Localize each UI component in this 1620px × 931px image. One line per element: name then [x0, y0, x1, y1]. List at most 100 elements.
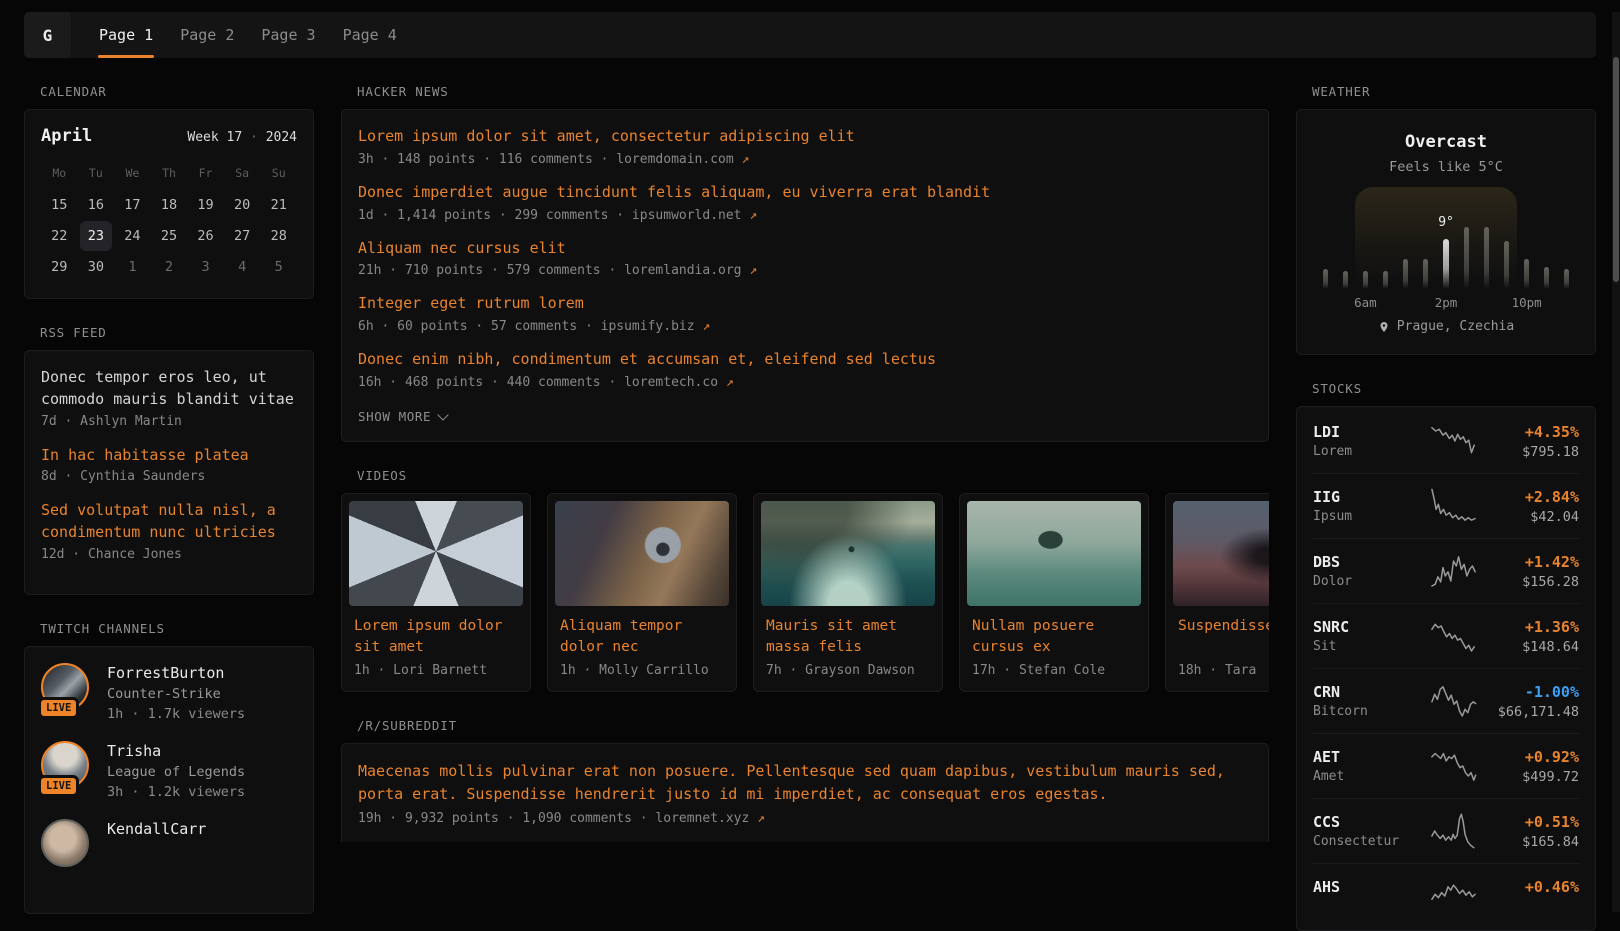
twitch-avatar-wrap: LIVE	[41, 663, 91, 717]
calendar-cell[interactable]: 27	[226, 221, 259, 251]
stock-name: Lorem	[1313, 444, 1425, 460]
external-link-icon[interactable]: ↗	[702, 319, 710, 334]
page-tab[interactable]: Page 1	[98, 12, 154, 58]
section-label-weather: WEATHER	[1312, 84, 1596, 99]
show-more-label: SHOW MORE	[358, 409, 431, 424]
stock-change: +1.42%	[1483, 553, 1579, 571]
hacker-news-item-meta-text: 16h · 468 points · 440 comments · loremt…	[358, 375, 718, 390]
calendar-cell[interactable]: 1	[116, 252, 149, 282]
calendar-cell[interactable]: 18	[153, 190, 186, 220]
video-thumbnail	[1173, 501, 1269, 606]
calendar-cell[interactable]: 16	[80, 190, 113, 220]
external-link-icon[interactable]: ↗	[726, 375, 734, 390]
stock-ticker: DBS	[1313, 553, 1425, 571]
stock-price: $165.84	[1483, 834, 1579, 850]
video-card[interactable]: Nullam posuere cursus ex 17h · Stefan Co…	[959, 493, 1149, 692]
video-meta: 7h · Grayson Dawson	[766, 663, 930, 678]
page-tab[interactable]: Page 4	[342, 12, 398, 58]
page-tabs: Page 1 Page 2 Page 3 Page 4	[98, 12, 398, 58]
rss-item-title[interactable]: Sed volutpat nulla nisl, a condimentum n…	[41, 500, 297, 544]
calendar-grid: 1516171819202122232425262728293012345	[41, 190, 297, 282]
rss-item-meta: 8d · Cynthia Saunders	[41, 469, 297, 484]
twitch-channel-row[interactable]: LIVE Trisha League of Legends 3h · 1.2k …	[41, 741, 297, 801]
weather-bar	[1383, 271, 1388, 289]
rss-item: Sed volutpat nulla nisl, a condimentum n…	[41, 500, 297, 562]
subreddit-post-title[interactable]: Maecenas mollis pulvinar erat non posuer…	[358, 760, 1252, 807]
twitch-channel-name: KendallCarr	[107, 819, 206, 840]
rss-item-meta: 7d · Ashlyn Martin	[41, 414, 297, 429]
calendar-cell[interactable]: 26	[189, 221, 222, 251]
calendar-cell[interactable]: 21	[262, 190, 295, 220]
page-tab[interactable]: Page 3	[260, 12, 316, 58]
external-link-icon[interactable]: ↗	[749, 263, 757, 278]
calendar-cell[interactable]: 3	[189, 252, 222, 282]
calendar-day-header: Th	[151, 160, 188, 190]
weather-widget: Overcast Feels like 5°C 6am9°2pm10pm Pra…	[1296, 109, 1596, 355]
rss-item-title[interactable]: Donec tempor eros leo, ut commodo mauris…	[41, 367, 297, 411]
hacker-news-item: Lorem ipsum dolor sit amet, consectetur …	[358, 126, 1252, 167]
hacker-news-item-title[interactable]: Donec enim nibh, condimentum et accumsan…	[358, 349, 1252, 371]
weather-hour-label: 2pm	[1435, 295, 1458, 310]
hacker-news-item-title[interactable]: Lorem ipsum dolor sit amet, consectetur …	[358, 126, 1252, 148]
section-label-calendar: CALENDAR	[40, 84, 314, 99]
video-card[interactable]: Mauris sit amet massa felis 7h · Grayson…	[753, 493, 943, 692]
calendar-cell[interactable]: 4	[226, 252, 259, 282]
calendar-dot: ·	[250, 130, 258, 145]
external-link-icon[interactable]: ↗	[749, 208, 757, 223]
hacker-news-item: Integer eget rutrum lorem 6h · 60 points…	[358, 293, 1252, 334]
stock-ticker: SNRC	[1313, 618, 1425, 636]
video-card[interactable]: Lorem ipsum dolor sit amet consectetu… 1…	[341, 493, 531, 692]
calendar-cell[interactable]: 19	[189, 190, 222, 220]
calendar-cell[interactable]: 24	[116, 221, 149, 251]
calendar-cell[interactable]: 28	[262, 221, 295, 251]
stock-sparkline	[1425, 421, 1483, 461]
hacker-news-show-more-button[interactable]: SHOW MORE	[358, 409, 447, 424]
weather-bar	[1564, 269, 1569, 289]
video-meta: 17h · Stefan Cole	[972, 663, 1136, 678]
twitch-channel-row[interactable]: LIVE ForrestBurton Counter-Strike 1h · 1…	[41, 663, 297, 723]
rss-item: In hac habitasse platea 8d · Cynthia Sau…	[41, 445, 297, 485]
stock-row: AHS +0.46%	[1313, 863, 1579, 928]
stock-row: AET Amet +0.92% $499.72	[1313, 733, 1579, 798]
hacker-news-item-title[interactable]: Aliquam nec cursus elit	[358, 238, 1252, 260]
weather-bar	[1403, 259, 1408, 289]
weather-bar-slot	[1416, 197, 1436, 289]
calendar-cell[interactable]: 22	[43, 221, 76, 251]
video-title: Nullam posuere cursus ex	[972, 616, 1136, 659]
hacker-news-item-meta: 21h · 710 points · 579 comments · loreml…	[358, 263, 1252, 278]
weather-location: Prague, Czechia	[1397, 319, 1514, 334]
video-meta: 1h · Molly Carrillo	[560, 663, 724, 678]
weather-bar-slot: 9°2pm	[1436, 197, 1456, 289]
hacker-news-item-title[interactable]: Integer eget rutrum lorem	[358, 293, 1252, 315]
section-label-stocks: STOCKS	[1312, 381, 1596, 396]
twitch-channel-meta: 1h · 1.7k viewers	[107, 706, 245, 723]
stock-name: Dolor	[1313, 574, 1425, 590]
video-card[interactable]: Suspendisse diam 18h · Tara	[1165, 493, 1269, 692]
stock-row: LDI Lorem +4.35% $795.18	[1313, 409, 1579, 473]
column-right: WEATHER Overcast Feels like 5°C 6am9°2pm…	[1296, 58, 1596, 931]
video-thumbnail	[555, 501, 729, 606]
calendar-cell[interactable]: 29	[43, 252, 76, 282]
video-card[interactable]: Aliquam tempor dolor nec pharetra… 1h · …	[547, 493, 737, 692]
twitch-channel-row[interactable]: LIVE KendallCarr	[41, 819, 297, 879]
calendar-cell[interactable]: 23	[80, 221, 113, 251]
external-link-icon[interactable]: ↗	[742, 152, 750, 167]
page-scrollbar-thumb[interactable]	[1613, 57, 1619, 282]
twitch-channel-meta: 3h · 1.2k viewers	[107, 784, 245, 801]
external-link-icon[interactable]: ↗	[757, 811, 765, 826]
calendar-cell[interactable]: 17	[116, 190, 149, 220]
calendar-cell[interactable]: 20	[226, 190, 259, 220]
rss-item-title[interactable]: In hac habitasse platea	[41, 445, 297, 467]
weather-bar	[1363, 271, 1368, 289]
page-tab[interactable]: Page 2	[179, 12, 235, 58]
weather-bars: 6am9°2pm10pm	[1315, 197, 1577, 289]
live-badge: LIVE	[38, 775, 79, 797]
calendar-cell[interactable]: 30	[80, 252, 113, 282]
hacker-news-item-title[interactable]: Donec imperdiet augue tincidunt felis al…	[358, 182, 1252, 204]
calendar-cell[interactable]: 2	[153, 252, 186, 282]
stock-ticker: AET	[1313, 748, 1425, 766]
stock-change: +0.92%	[1483, 748, 1579, 766]
calendar-cell[interactable]: 15	[43, 190, 76, 220]
calendar-cell[interactable]: 25	[153, 221, 186, 251]
calendar-cell[interactable]: 5	[262, 252, 295, 282]
